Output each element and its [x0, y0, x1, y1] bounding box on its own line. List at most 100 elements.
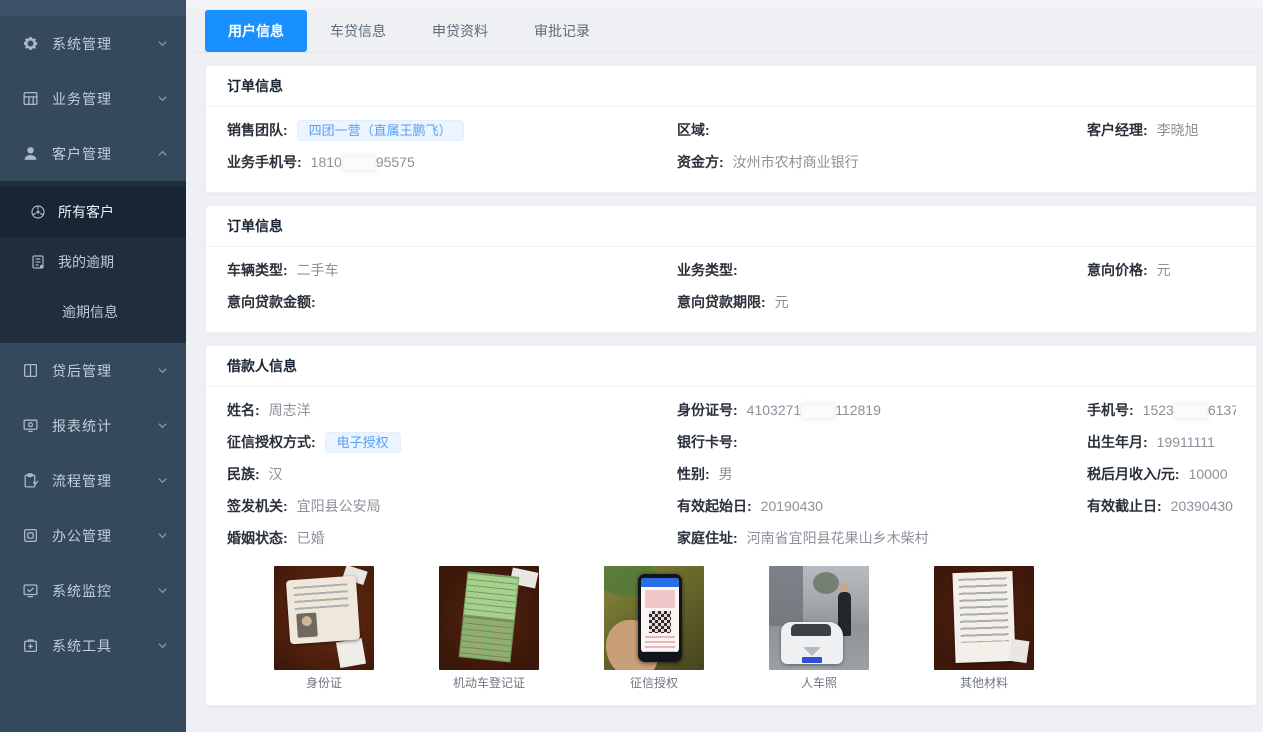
- sidebar-item-system-tools[interactable]: 系统工具: [0, 618, 186, 673]
- field-label: 民族:: [227, 464, 260, 484]
- redaction-blur: [802, 405, 834, 418]
- sidebar-item-label: 流程管理: [52, 471, 157, 491]
- sidebar-item-all-customers[interactable]: 所有客户: [0, 187, 186, 237]
- sidebar-item-overdue-info[interactable]: 逾期信息: [0, 287, 186, 337]
- field-label: 意向贷款期限:: [677, 292, 766, 312]
- tab-approval-records[interactable]: 审批记录: [511, 10, 613, 52]
- field-ethnicity: 民族: 汉: [227, 458, 677, 490]
- sidebar-item-label: 系统监控: [52, 581, 157, 601]
- field-value: 4103271112819: [747, 402, 881, 418]
- overdue-doc-icon: [30, 254, 46, 270]
- green-certificate-photo[interactable]: [439, 566, 539, 670]
- field-mobile-phone: 手机号: 15236137: [1087, 394, 1236, 426]
- field-value: 二手车: [297, 260, 339, 280]
- photo-item: 人车照: [769, 566, 869, 691]
- field-label: 家庭住址:: [677, 528, 738, 548]
- field-issuing-authority: 签发机关: 宜阳县公安局: [227, 490, 677, 522]
- field-value: 男: [719, 464, 733, 484]
- sidebar-item-office-management[interactable]: 办公管理: [0, 508, 186, 563]
- field-account-manager: 客户经理: 李晓旭: [1087, 114, 1236, 146]
- field-value: 19911111: [1157, 434, 1215, 450]
- chevron-up-icon: [157, 148, 168, 159]
- field-business-type: 业务类型:: [677, 254, 1087, 286]
- field-label: 销售团队:: [227, 120, 288, 140]
- handwritten-document-photo[interactable]: [934, 566, 1034, 670]
- field-label: 征信授权方式:: [227, 432, 316, 452]
- photo-caption: 身份证: [274, 674, 374, 691]
- card-title: 订单信息: [206, 66, 1256, 107]
- grid-icon: [22, 90, 39, 107]
- field-region: 区域:: [677, 114, 1087, 146]
- photo-item: 其他材料: [934, 566, 1034, 691]
- clipboard-icon: [22, 472, 39, 489]
- sidebar-item-label: 系统管理: [52, 34, 157, 54]
- redaction-blur: [343, 157, 375, 170]
- field-value: 已婚: [297, 528, 325, 548]
- person-car-photo[interactable]: [769, 566, 869, 670]
- sidebar-item-label: 报表统计: [52, 416, 157, 436]
- sidebar-item-system-monitoring[interactable]: 系统监控: [0, 563, 186, 618]
- sidebar-item-label: 所有客户: [58, 202, 114, 222]
- field-label: 姓名:: [227, 400, 260, 420]
- sidebar-top-strip: [0, 0, 186, 16]
- photo-item: 征信授权: [604, 566, 704, 691]
- tab-car-loan-info[interactable]: 车贷信息: [307, 10, 409, 52]
- credit-auth-tag[interactable]: 电子授权: [325, 432, 401, 453]
- photo-caption: 征信授权: [604, 674, 704, 691]
- photo-item: 身份证: [274, 566, 374, 691]
- sidebar-item-label: 业务管理: [52, 89, 157, 109]
- field-label: 客户经理:: [1087, 120, 1148, 140]
- id-card-photo[interactable]: [274, 566, 374, 670]
- order-info-card-2: 订单信息 车辆类型: 二手车 业务类型: 意向价格: 元 意向贷款金额:: [205, 205, 1257, 333]
- sidebar-item-postloan-management[interactable]: 贷后管理: [0, 343, 186, 398]
- field-label: 意向价格:: [1087, 260, 1148, 280]
- field-marital-status: 婚姻状态: 已婚: [227, 522, 677, 554]
- field-label: 有效截止日:: [1087, 496, 1162, 516]
- field-label: 车辆类型:: [227, 260, 288, 280]
- field-value: 181095575: [311, 154, 415, 170]
- field-value: 汝州市农村商业银行: [733, 152, 859, 172]
- sales-team-tag[interactable]: 四团一营（直属王鹏飞）: [297, 120, 464, 141]
- sidebar-item-business-management[interactable]: 业务管理: [0, 71, 186, 126]
- field-loan-term: 意向贷款期限: 元: [677, 286, 1087, 318]
- chevron-down-icon: [157, 640, 168, 651]
- field-vehicle-type: 车辆类型: 二手车: [227, 254, 677, 286]
- sidebar-item-label: 系统工具: [52, 636, 157, 656]
- field-value: 周志洋: [269, 400, 311, 420]
- sidebar-item-label: 客户管理: [52, 144, 157, 164]
- sidebar-item-customer-management[interactable]: 客户管理: [0, 126, 186, 181]
- field-value: 元: [1157, 260, 1171, 280]
- field-bank-card: 银行卡号:: [677, 426, 1087, 458]
- sidebar-item-process-management[interactable]: 流程管理: [0, 453, 186, 508]
- field-value: 宜阳县公安局: [297, 496, 381, 516]
- card-title: 借款人信息: [206, 346, 1256, 387]
- field-gender: 性别: 男: [677, 458, 1087, 490]
- field-value: 河南省宜阳县花果山乡木柴村: [747, 528, 929, 548]
- sidebar-item-report-statistics[interactable]: 报表统计: [0, 398, 186, 453]
- field-business-phone: 业务手机号: 181095575: [227, 146, 677, 178]
- chevron-down-icon: [157, 38, 168, 49]
- sidebar-item-label: 办公管理: [52, 526, 157, 546]
- sidebar-item-my-overdue[interactable]: 我的逾期: [0, 237, 186, 287]
- field-label: 身份证号:: [677, 400, 738, 420]
- field-label: 签发机关:: [227, 496, 288, 516]
- phone-qr-photo[interactable]: [604, 566, 704, 670]
- field-label: 区域:: [677, 120, 710, 140]
- book-icon: [22, 362, 39, 379]
- monitor-check-icon: [22, 582, 39, 599]
- field-id-number: 身份证号: 4103271112819: [677, 394, 1087, 426]
- field-label: 出生年月:: [1087, 432, 1148, 452]
- field-label: 业务手机号:: [227, 152, 302, 172]
- toolbox-icon: [22, 637, 39, 654]
- field-name: 姓名: 周志洋: [227, 394, 677, 426]
- sidebar-item-system-management[interactable]: 系统管理: [0, 16, 186, 71]
- tab-user-info[interactable]: 用户信息: [205, 10, 307, 52]
- field-label: 性别:: [677, 464, 710, 484]
- tab-loan-application-materials[interactable]: 申贷资料: [409, 10, 511, 52]
- chevron-down-icon: [157, 365, 168, 376]
- main-content: 用户信息 车贷信息 申贷资料 审批记录 订单信息 销售团队: 四团一营（直属王鹏…: [186, 0, 1263, 732]
- redaction-blur: [1175, 405, 1207, 418]
- sidebar-item-label: 逾期信息: [62, 302, 118, 322]
- field-credit-auth: 征信授权方式: 电子授权: [227, 426, 677, 458]
- field-label: 银行卡号:: [677, 432, 738, 452]
